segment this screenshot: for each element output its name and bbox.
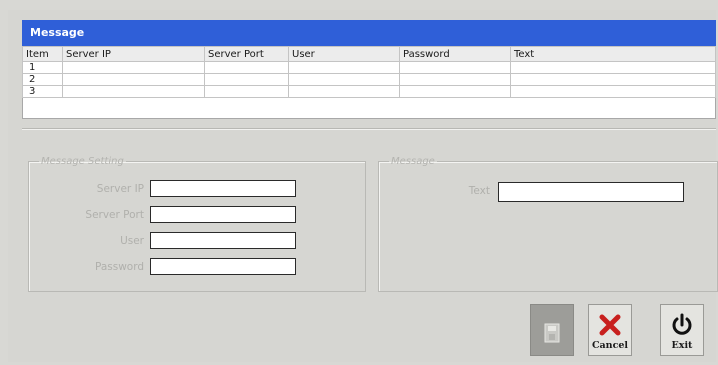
table-cell-server-ip xyxy=(62,61,205,74)
message-group: Message xyxy=(378,156,718,292)
table-cell-user xyxy=(288,61,400,74)
password-input[interactable] xyxy=(150,258,296,275)
column-header-text[interactable]: Text xyxy=(510,46,716,62)
exit-label: Exit xyxy=(671,340,693,351)
password-label: Password xyxy=(94,261,144,273)
save-icon xyxy=(544,323,560,343)
table-cell-server-port xyxy=(204,61,289,74)
table-header-row: Item Server IP Server Port User Password… xyxy=(22,46,716,62)
server-port-label: Server Port xyxy=(85,209,144,221)
table-cell-item: 2 xyxy=(22,73,63,86)
text-input[interactable] xyxy=(498,182,684,202)
table-cell-user xyxy=(288,85,400,98)
table-cell-item: 1 xyxy=(22,61,63,74)
divider xyxy=(22,128,716,130)
table-cell-server-ip xyxy=(62,85,205,98)
message-legend: Message xyxy=(391,156,435,167)
column-header-user[interactable]: User xyxy=(288,46,400,62)
cancel-label: Cancel xyxy=(591,340,629,351)
cancel-button[interactable]: Cancel xyxy=(588,304,632,356)
table-cell-server-port xyxy=(204,85,289,98)
column-header-server-port[interactable]: Server Port xyxy=(204,46,289,62)
table-cell-password xyxy=(399,85,511,98)
server-ip-input[interactable] xyxy=(150,180,296,197)
column-header-item[interactable]: Item xyxy=(22,46,63,62)
power-icon xyxy=(672,313,692,335)
table-cell-text xyxy=(510,73,716,86)
user-label: User xyxy=(120,235,144,247)
table-row[interactable]: 2 xyxy=(22,73,716,86)
text-label: Text xyxy=(468,185,490,197)
table-cell-text xyxy=(510,85,716,98)
message-table: Item Server IP Server Port User Password… xyxy=(22,46,716,119)
table-cell-server-port xyxy=(204,73,289,86)
x-icon xyxy=(599,314,621,336)
window-title: Message xyxy=(22,20,716,46)
table-cell-text xyxy=(510,61,716,74)
user-input[interactable] xyxy=(150,232,296,249)
exit-button[interactable]: Exit xyxy=(660,304,704,356)
server-ip-label: Server IP xyxy=(96,183,144,195)
column-header-server-ip[interactable]: Server IP xyxy=(62,46,205,62)
table-cell-server-ip xyxy=(62,73,205,86)
table-row[interactable]: 3 xyxy=(22,85,716,98)
save-button[interactable] xyxy=(530,304,574,356)
message-setting-legend: Message Setting xyxy=(41,156,124,167)
table-cell-password xyxy=(399,73,511,86)
table-empty-area xyxy=(23,98,716,119)
table-cell-item: 3 xyxy=(22,85,63,98)
table-cell-user xyxy=(288,73,400,86)
table-cell-password xyxy=(399,61,511,74)
server-port-input[interactable] xyxy=(150,206,296,223)
table-row[interactable]: 1 xyxy=(22,61,716,74)
column-header-password[interactable]: Password xyxy=(399,46,511,62)
